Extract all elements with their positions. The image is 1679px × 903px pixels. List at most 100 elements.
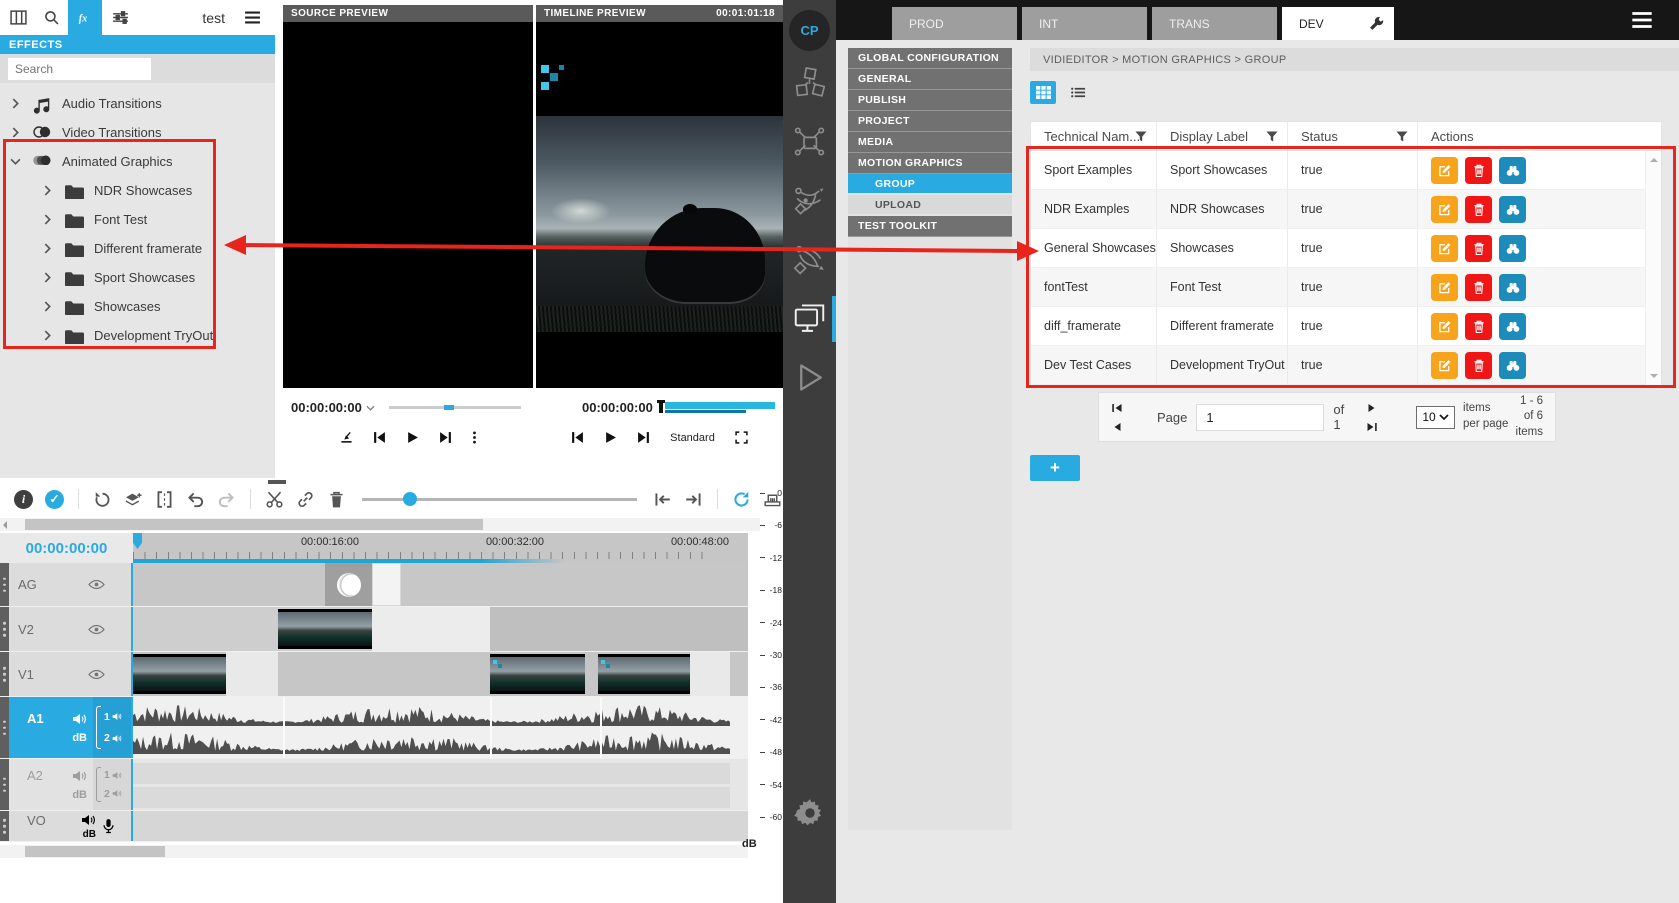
filter-icon[interactable]	[1266, 131, 1278, 142]
search-icon[interactable]	[36, 3, 66, 33]
chevron-right-icon[interactable]	[42, 330, 53, 341]
edit-button[interactable]	[1431, 274, 1458, 301]
undo-icon[interactable]	[187, 491, 204, 508]
menu-item-media[interactable]: MEDIA	[848, 132, 1012, 153]
play-icon[interactable]	[406, 431, 419, 444]
menu-icon[interactable]	[1630, 11, 1654, 29]
timeline-ruler[interactable]: 00:00:16:00 00:00:32:00 00:00:48:00	[133, 533, 748, 563]
menu-item-project[interactable]: PROJECT	[848, 111, 1012, 132]
chevron-right-icon[interactable]	[10, 98, 21, 109]
insert-icon[interactable]	[340, 431, 353, 444]
preview-button[interactable]	[1499, 313, 1526, 340]
edit-button[interactable]	[1431, 352, 1458, 379]
track-grip[interactable]	[0, 697, 9, 758]
edit-button[interactable]	[1431, 196, 1458, 223]
eye-icon[interactable]	[88, 624, 105, 635]
video-clip[interactable]	[598, 654, 690, 694]
video-clip[interactable]	[690, 652, 730, 696]
page-size-select[interactable]: 10	[1416, 406, 1455, 429]
eye-icon[interactable]	[88, 669, 105, 680]
chevron-right-icon[interactable]	[42, 272, 53, 283]
db-toggle[interactable]: dB	[72, 789, 87, 801]
add-layer-icon[interactable]	[125, 491, 142, 508]
avatar[interactable]: CP	[789, 10, 830, 51]
routing-icon[interactable]	[793, 243, 826, 276]
track-content-v1[interactable]	[133, 652, 748, 696]
source-scrubber[interactable]	[389, 406, 521, 409]
track-header-v1[interactable]: V1	[0, 652, 133, 696]
skip-back-icon[interactable]	[571, 431, 584, 444]
menu-item-global-configuration[interactable]: GLOBAL CONFIGURATION	[848, 48, 1012, 69]
workflow-icon[interactable]	[793, 184, 826, 217]
filter-icon[interactable]	[1396, 131, 1408, 142]
table-row[interactable]: General ShowcasesShowcasestrue	[1031, 229, 1661, 268]
skip-back-icon[interactable]	[373, 431, 386, 444]
column-display-label[interactable]: Display Label	[1170, 129, 1248, 144]
redo-icon[interactable]	[218, 491, 235, 508]
pager-first-icon[interactable]	[1111, 403, 1123, 413]
skip-forward-icon[interactable]	[439, 431, 452, 444]
timeline-bottom-scrollbar[interactable]	[0, 845, 748, 858]
pager-next-icon[interactable]	[1366, 403, 1378, 413]
page-number-input[interactable]	[1196, 404, 1324, 431]
preview-button[interactable]	[1499, 196, 1526, 223]
track-header-vo[interactable]: VO dB	[0, 811, 133, 841]
channel-2-toggle[interactable]: 2	[104, 732, 122, 744]
track-grip[interactable]	[0, 563, 9, 606]
track-grip[interactable]	[0, 811, 9, 841]
track-grip[interactable]	[0, 759, 9, 810]
graphics-clip[interactable]	[372, 563, 401, 606]
delete-button[interactable]	[1465, 313, 1492, 340]
table-row[interactable]: Sport ExamplesSport Showcasestrue	[1031, 151, 1661, 190]
timeline-hscrollbar[interactable]	[0, 518, 760, 531]
more-icon[interactable]	[472, 431, 477, 444]
column-status[interactable]: Status	[1301, 129, 1338, 144]
channel-1-toggle[interactable]: 1	[104, 769, 122, 781]
tree-item-font-test[interactable]: Font Test	[0, 205, 275, 234]
edit-button[interactable]	[1431, 235, 1458, 262]
adjust-sliders-icon[interactable]	[105, 3, 135, 33]
play-icon[interactable]	[604, 431, 617, 444]
player-icon[interactable]	[793, 361, 826, 394]
speaker-icon[interactable]	[72, 770, 87, 782]
track-content-v2[interactable]	[133, 607, 748, 651]
tree-item-development-tryout[interactable]: Development TryOut	[0, 321, 275, 350]
tree-item-different-framerate[interactable]: Different framerate	[0, 234, 275, 263]
gear-icon[interactable]	[792, 795, 828, 831]
track-header-v2[interactable]: V2	[0, 607, 133, 651]
pager-prev-icon[interactable]	[1111, 422, 1123, 432]
tree-item-audio-transitions[interactable]: Audio Transitions	[0, 89, 275, 118]
grid-view-icon[interactable]	[1030, 81, 1056, 104]
speaker-icon[interactable]	[81, 814, 96, 826]
track-header-a1[interactable]: A1 dB 1 2	[0, 697, 133, 758]
video-clip[interactable]	[133, 654, 226, 694]
menu-item-motion-graphics[interactable]: MOTION GRAPHICS	[848, 153, 1012, 174]
preview-button[interactable]	[1499, 274, 1526, 301]
edit-button[interactable]	[1431, 313, 1458, 340]
delete-button[interactable]	[1465, 157, 1492, 184]
table-row[interactable]: NDR ExamplesNDR Showcasestrue	[1031, 190, 1661, 229]
playout-monitor-icon[interactable]	[793, 302, 826, 335]
timeline-timecode[interactable]: 00:00:00:00	[582, 400, 653, 415]
tree-item-video-transitions[interactable]: Video Transitions	[0, 118, 275, 147]
track-grip[interactable]	[0, 652, 9, 696]
menu-icon[interactable]	[237, 3, 267, 33]
track-header-ag[interactable]: AG	[0, 563, 133, 606]
quality-selector[interactable]: Standard	[670, 432, 715, 444]
table-scrollbar[interactable]	[1645, 151, 1661, 385]
delete-button[interactable]	[1465, 352, 1492, 379]
tab-int[interactable]: INT	[1022, 7, 1147, 40]
chevron-right-icon[interactable]	[42, 243, 53, 254]
tree-item-ndr-showcases[interactable]: NDR Showcases	[0, 176, 275, 205]
delete-icon[interactable]	[328, 491, 345, 508]
channel-1-toggle[interactable]: 1	[104, 711, 122, 723]
video-clip[interactable]	[278, 609, 372, 649]
track-content-a2[interactable]	[133, 759, 748, 810]
chevron-right-icon[interactable]	[42, 185, 53, 196]
chevron-right-icon[interactable]	[42, 301, 53, 312]
delete-button[interactable]	[1465, 235, 1492, 262]
menu-item-test-toolkit[interactable]: TEST TOOLKIT	[848, 216, 1012, 237]
move-end-icon[interactable]	[685, 491, 702, 508]
edit-button[interactable]	[1431, 157, 1458, 184]
move-start-icon[interactable]	[654, 491, 671, 508]
